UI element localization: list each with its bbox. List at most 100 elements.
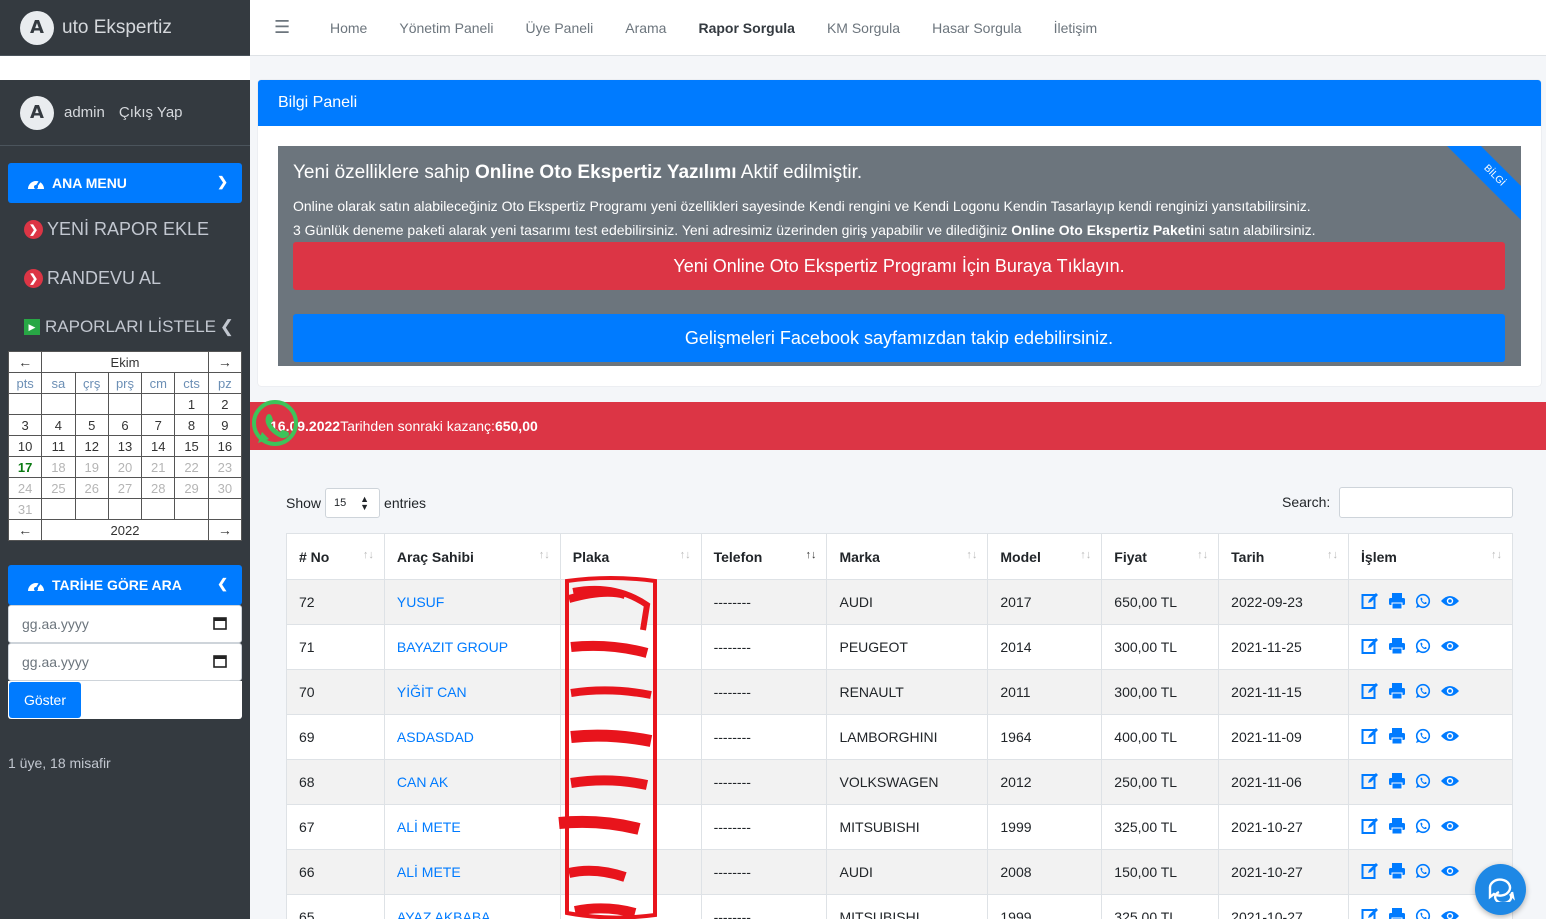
- cell-owner[interactable]: CAN AK: [383, 759, 561, 805]
- column-header[interactable]: Marka ↑↓: [826, 533, 989, 580]
- tarihe-gore-ara-toggle[interactable]: TARİHE GÖRE ARA ❮: [8, 565, 242, 605]
- eye-icon[interactable]: [1440, 639, 1460, 656]
- calendar-day[interactable]: 26: [74, 477, 109, 499]
- nav-link-2[interactable]: Üye Paneli: [510, 20, 610, 36]
- nav-link-0[interactable]: Home: [314, 20, 383, 36]
- eye-icon[interactable]: [1440, 594, 1460, 611]
- column-header[interactable]: Fiyat ↑↓: [1101, 533, 1220, 580]
- calendar-next-year-button[interactable]: →: [207, 519, 243, 541]
- new-program-button[interactable]: Yeni Online Oto Ekspertiz Programı İçin …: [293, 242, 1505, 290]
- column-header[interactable]: Tarih ↑↓: [1218, 533, 1350, 580]
- nav-link-5[interactable]: KM Sorgula: [811, 20, 916, 36]
- calendar-day[interactable]: 4: [41, 414, 76, 436]
- edit-icon[interactable]: [1361, 592, 1379, 613]
- calendar-day[interactable]: 16: [207, 435, 243, 457]
- eye-icon[interactable]: [1440, 864, 1460, 881]
- calendar-day[interactable]: 2: [207, 393, 243, 415]
- edit-icon[interactable]: [1361, 817, 1379, 838]
- whatsapp-icon[interactable]: [250, 399, 300, 449]
- nav-link-6[interactable]: Hasar Sorgula: [916, 20, 1038, 36]
- calendar-day[interactable]: 6: [107, 414, 143, 436]
- nav-link-7[interactable]: İletişim: [1038, 20, 1114, 36]
- nav-link-1[interactable]: Yönetim Paneli: [383, 20, 509, 36]
- sidebar-item-randevu[interactable]: ❯ RANDEVU AL: [24, 268, 161, 289]
- calendar-day[interactable]: 7: [141, 414, 176, 436]
- calendar-day[interactable]: 23: [207, 456, 243, 478]
- calendar-next-button[interactable]: →: [207, 351, 243, 373]
- print-icon[interactable]: [1388, 907, 1406, 919]
- whatsapp-icon[interactable]: [1415, 728, 1431, 747]
- calendar-day[interactable]: 29: [174, 477, 209, 499]
- end-date-input[interactable]: gg.aa.yyyy: [8, 643, 242, 681]
- calendar-day[interactable]: 11: [41, 435, 76, 457]
- calendar-day[interactable]: 15: [174, 435, 209, 457]
- eye-icon[interactable]: [1440, 819, 1460, 836]
- print-icon[interactable]: [1388, 637, 1406, 658]
- whatsapp-icon[interactable]: [1415, 638, 1431, 657]
- column-header[interactable]: # No ↑↓: [286, 533, 385, 580]
- calendar-day[interactable]: 28: [141, 477, 176, 499]
- whatsapp-icon[interactable]: [1415, 593, 1431, 612]
- column-header[interactable]: İşlem ↑↓: [1348, 533, 1513, 580]
- whatsapp-icon[interactable]: [1415, 863, 1431, 882]
- cell-owner[interactable]: ASDASDAD: [383, 714, 561, 760]
- calendar-day[interactable]: 9: [207, 414, 243, 436]
- edit-icon[interactable]: [1361, 682, 1379, 703]
- calendar-day[interactable]: 19: [74, 456, 109, 478]
- cell-owner[interactable]: YİĞİT CAN: [383, 669, 561, 715]
- calendar-day[interactable]: 12: [74, 435, 109, 457]
- facebook-button[interactable]: Gelişmeleri Facebook sayfamızdan takip e…: [293, 314, 1505, 362]
- menu-icon[interactable]: ☰: [274, 17, 294, 38]
- calendar-icon[interactable]: [213, 654, 227, 668]
- edit-icon[interactable]: [1361, 772, 1379, 793]
- cell-owner[interactable]: ALİ METE: [383, 849, 561, 895]
- calendar-day[interactable]: 25: [41, 477, 76, 499]
- eye-icon[interactable]: [1440, 909, 1460, 919]
- nav-link-4[interactable]: Rapor Sorgula: [682, 20, 810, 36]
- calendar-day[interactable]: 8: [174, 414, 209, 436]
- edit-icon[interactable]: [1361, 862, 1379, 883]
- calendar-prev-button[interactable]: ←: [7, 351, 43, 373]
- calendar-day[interactable]: 13: [107, 435, 143, 457]
- print-icon[interactable]: [1388, 772, 1406, 793]
- sidebar-item-raporlari-listele[interactable]: ▶ RAPORLARI LİSTELE ❮: [24, 317, 234, 337]
- sidebar-item-yeni-rapor[interactable]: ❯ YENİ RAPOR EKLE: [24, 219, 209, 240]
- chat-button[interactable]: [1475, 864, 1526, 915]
- print-icon[interactable]: [1388, 862, 1406, 883]
- nav-link-3[interactable]: Arama: [609, 20, 682, 36]
- calendar-day[interactable]: 1: [174, 393, 209, 415]
- calendar-day[interactable]: 18: [41, 456, 76, 478]
- calendar-day[interactable]: 31: [7, 498, 43, 520]
- cell-owner[interactable]: ALİ METE: [383, 804, 561, 850]
- calendar-day[interactable]: 3: [7, 414, 43, 436]
- calendar-day[interactable]: 5: [74, 414, 109, 436]
- column-header[interactable]: Plaka ↑↓: [559, 533, 702, 580]
- cell-owner[interactable]: AYAZ AKBABA: [383, 894, 561, 919]
- cell-owner[interactable]: BAYAZIT GROUP: [383, 624, 561, 670]
- calendar-icon[interactable]: [213, 616, 227, 630]
- column-header[interactable]: Araç Sahibi ↑↓: [383, 533, 561, 580]
- edit-icon[interactable]: [1361, 637, 1379, 658]
- whatsapp-icon[interactable]: [1415, 683, 1431, 702]
- calendar-day[interactable]: 20: [107, 456, 143, 478]
- print-icon[interactable]: [1388, 727, 1406, 748]
- calendar-day[interactable]: 14: [141, 435, 176, 457]
- calendar-day[interactable]: 17: [7, 456, 43, 478]
- column-header[interactable]: Telefon ↑↓: [700, 533, 828, 580]
- calendar-day[interactable]: 10: [7, 435, 43, 457]
- brand[interactable]: A uto Ekspertiz: [0, 0, 250, 56]
- print-icon[interactable]: [1388, 682, 1406, 703]
- start-date-input[interactable]: gg.aa.yyyy: [8, 605, 242, 643]
- cell-owner[interactable]: YUSUF: [383, 579, 561, 625]
- calendar-day[interactable]: 27: [107, 477, 143, 499]
- goster-button[interactable]: Göster: [9, 682, 81, 718]
- logout-link[interactable]: Çıkış Yap: [119, 104, 183, 121]
- user-name[interactable]: admin: [64, 104, 105, 121]
- eye-icon[interactable]: [1440, 729, 1460, 746]
- whatsapp-icon[interactable]: [1415, 908, 1431, 919]
- edit-icon[interactable]: [1361, 907, 1379, 919]
- calendar-prev-year-button[interactable]: ←: [7, 519, 43, 541]
- page-size-select[interactable]: 15 ▲ ▼: [325, 488, 381, 518]
- ana-menu-toggle[interactable]: ANA MENU ❯: [8, 163, 242, 203]
- search-input[interactable]: [1339, 487, 1513, 518]
